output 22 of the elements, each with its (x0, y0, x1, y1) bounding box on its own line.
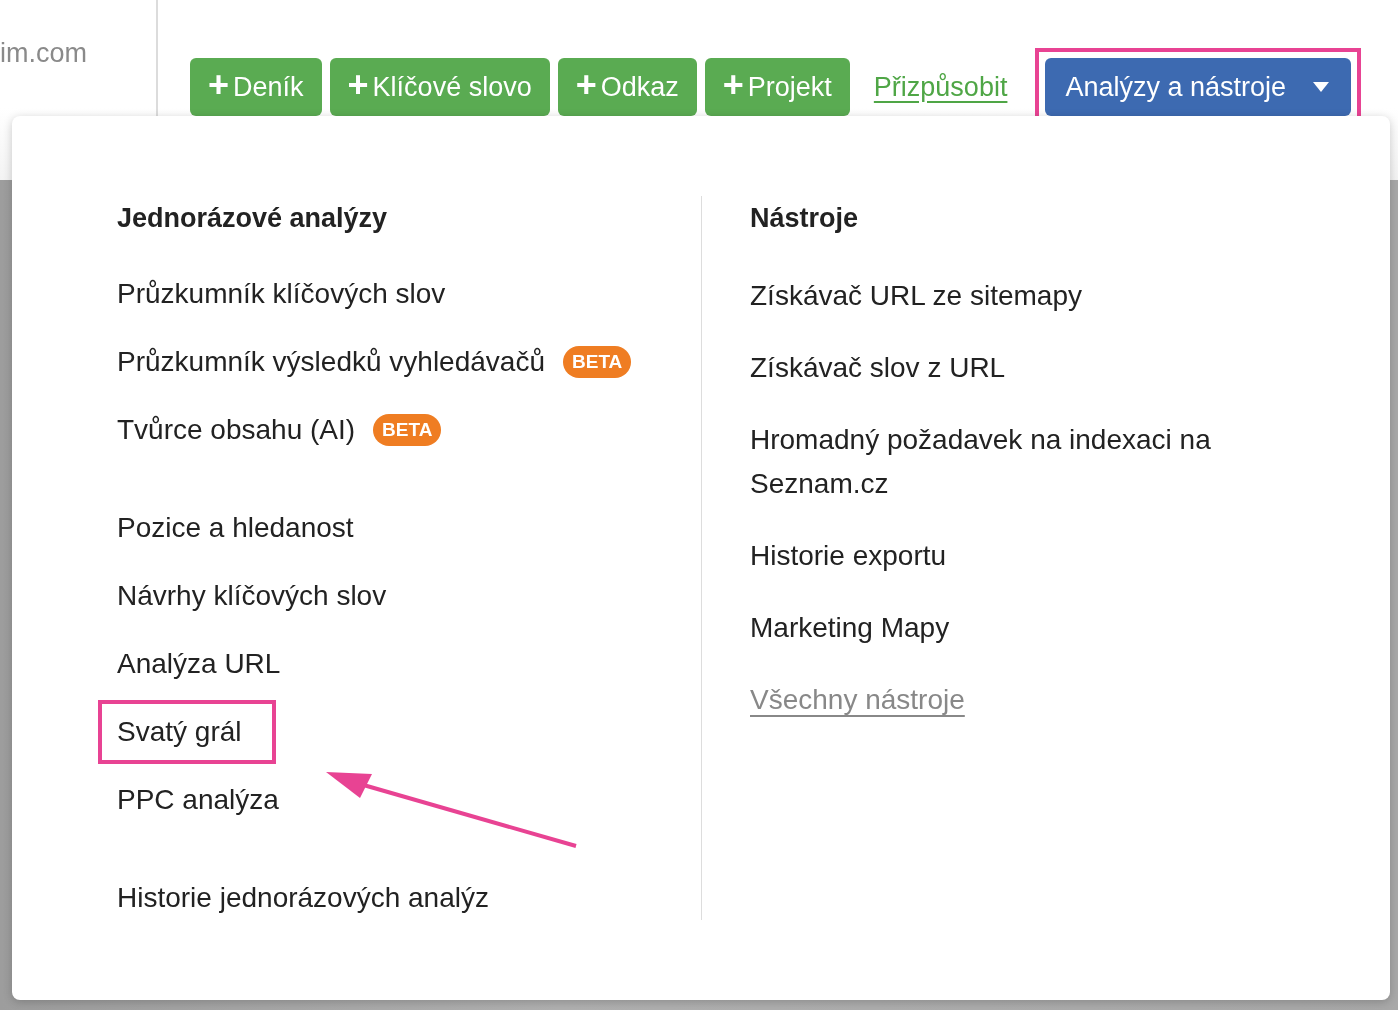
menu-item[interactable]: Svatý grál (117, 716, 242, 747)
analyses-dropdown-button[interactable]: Analýzy a nástroje (1045, 58, 1352, 116)
beta-badge: BETA (563, 346, 632, 378)
menu-item[interactable]: Historie exportu (750, 534, 947, 578)
menu-item[interactable]: Hromadný požadavek na indexaci na Seznam.cz (750, 418, 1250, 506)
menu-item[interactable]: Marketing Mapy (750, 606, 950, 650)
column-heading: Jednorázové analýzy (117, 202, 389, 234)
all-tools-link[interactable]: Všechny nástroje (750, 678, 965, 722)
menu-item[interactable]: Průzkumník výsledků vyhledávačů (117, 346, 545, 377)
caret-icon (1313, 82, 1330, 92)
site-name: im.com (0, 38, 88, 69)
menu-item[interactable]: Průzkumník klíčových slov (117, 278, 446, 309)
menu-item[interactable]: Návrhy klíčových slov (117, 580, 387, 611)
menu-item[interactable]: Tvůrce obsahu (AI) (117, 414, 356, 445)
menu-item[interactable]: Pozice a hledanost (117, 512, 354, 543)
menu-item[interactable]: Analýza URL (117, 648, 281, 679)
menu-item[interactable]: PPC analýza (117, 784, 279, 815)
menu-item[interactable]: Získávač slov z URL (750, 346, 1006, 390)
beta-badge: BETA (373, 414, 442, 446)
menu-item[interactable]: Historie jednorázových analýz (117, 882, 489, 913)
menu-item[interactable]: Získávač URL ze sitemapy (750, 274, 1082, 318)
column-heading: Nástroje (750, 202, 860, 234)
